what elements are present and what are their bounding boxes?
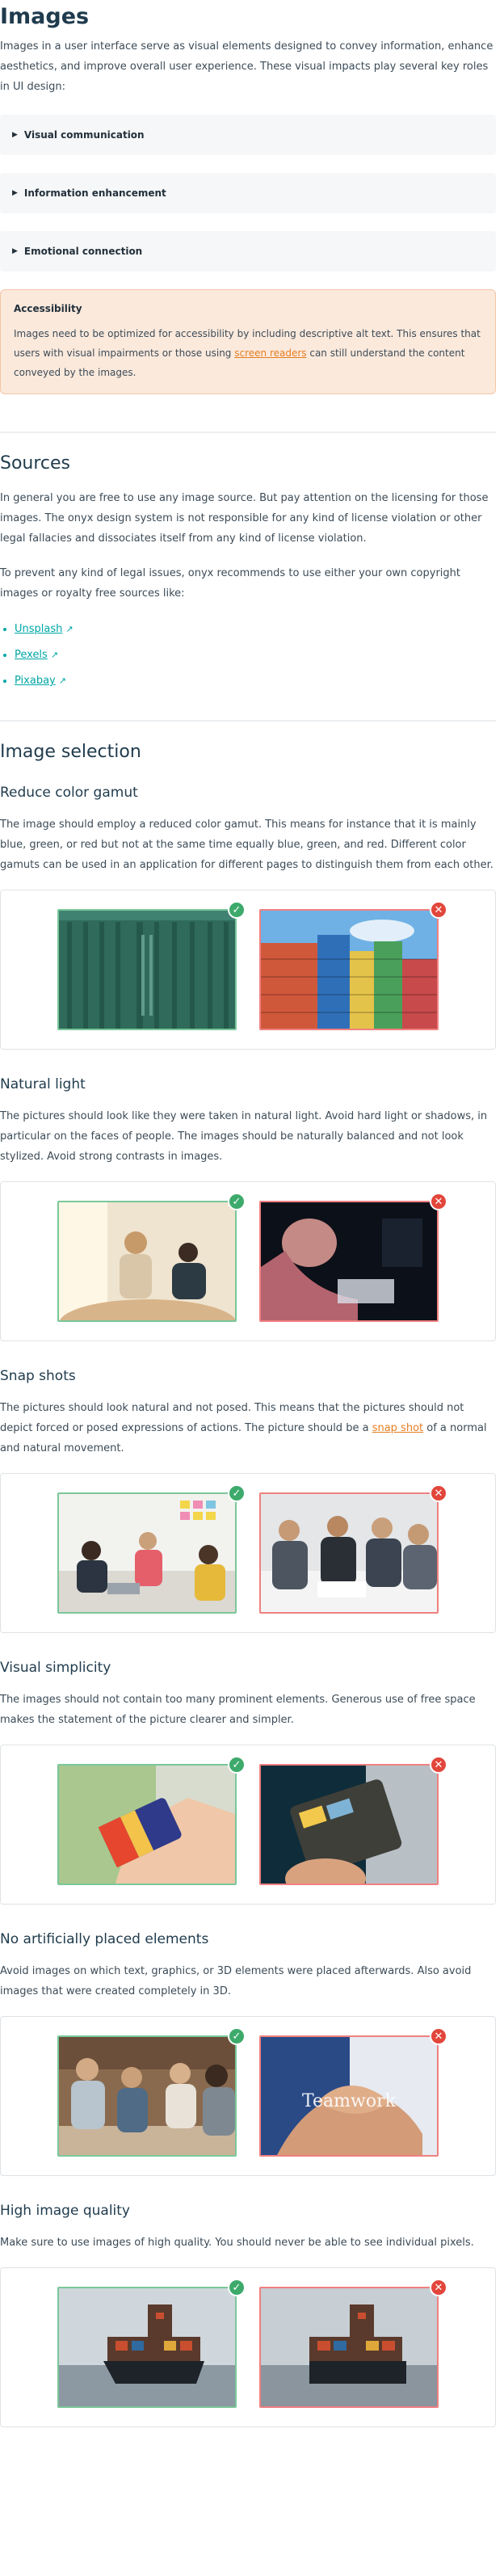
close-icon: ✕	[430, 1193, 447, 1210]
section-text: The images should not contain too many p…	[0, 1694, 476, 1726]
bad-example: ✕	[259, 1756, 447, 1885]
section-title: Reduce color gamut	[0, 785, 138, 801]
divider	[0, 720, 496, 722]
bad-example: Teamwork ✕	[259, 2027, 447, 2157]
check-icon: ✓	[228, 2279, 246, 2296]
bad-example-image	[259, 909, 439, 1030]
section-text: Make sure to use images of high quality.…	[0, 2237, 474, 2249]
bad-example-image	[259, 1492, 439, 1614]
example-box: ✓ Teamwork ✕	[0, 2016, 496, 2176]
details-label: Information enhancement	[23, 187, 166, 199]
list-item: Pixabay↗	[15, 668, 496, 694]
divider	[0, 431, 496, 433]
section-text: Avoid images on which text, graphics, or…	[0, 1965, 472, 1997]
snap-shot-link[interactable]: snap shot	[372, 1422, 423, 1434]
bad-example: ✕	[259, 1193, 447, 1322]
sources-title: Sources	[0, 453, 71, 474]
good-example: ✓	[57, 2279, 246, 2408]
good-example-image	[57, 909, 237, 1030]
caret-right-icon: ▶	[12, 131, 18, 139]
good-example-image	[57, 1201, 237, 1322]
example-box: ✓ ✕	[0, 1745, 496, 1905]
screen-readers-link[interactable]: screen readers	[234, 347, 306, 359]
good-example: ✓	[57, 1756, 246, 1885]
bad-example: ✕	[259, 1484, 447, 1614]
example-box: ✓ ✕	[0, 2267, 496, 2427]
details-emotional-connection[interactable]: ▶ Emotional connection	[0, 231, 496, 271]
close-icon: ✕	[430, 901, 447, 919]
page-title: Images	[0, 4, 90, 29]
sources-text-2: To prevent any kind of legal issues, ony…	[0, 567, 461, 600]
accessibility-callout: Accessibility Images need to be optimize…	[0, 289, 496, 394]
check-icon: ✓	[228, 1193, 246, 1210]
accessibility-text: Images need to be optimized for accessib…	[14, 324, 482, 382]
check-icon: ✓	[228, 1484, 246, 1502]
external-link-icon: ↗	[50, 650, 59, 660]
sources-list: Unsplash↗ Pexels↗ Pixabay↗	[0, 617, 496, 694]
good-example: ✓	[57, 2027, 246, 2157]
external-link-icon: ↗	[58, 676, 66, 686]
example-box: ✓ ✕	[0, 890, 496, 1050]
check-icon: ✓	[228, 2027, 246, 2045]
section-title: Natural light	[0, 1076, 86, 1092]
good-example-image	[57, 1492, 237, 1614]
close-icon: ✕	[430, 1756, 447, 1774]
check-icon: ✓	[228, 1756, 246, 1774]
details-label: Emotional connection	[23, 246, 143, 257]
teamwork-overlay-text: Teamwork	[302, 2091, 397, 2111]
page: Images Images in a user interface serve …	[0, 0, 496, 2427]
sources-text-1: In general you are free to use any image…	[0, 492, 489, 545]
details-label: Visual communication	[23, 129, 145, 141]
details-information-enhancement[interactable]: ▶ Information enhancement	[0, 173, 496, 213]
external-link-icon: ↗	[65, 624, 74, 634]
section-text: The pictures should look like they were …	[0, 1110, 488, 1163]
details-visual-communication[interactable]: ▶ Visual communication	[0, 115, 496, 155]
bad-example-image	[259, 1764, 439, 1885]
accessibility-title: Accessibility	[14, 303, 82, 314]
close-icon: ✕	[430, 2027, 447, 2045]
unsplash-link[interactable]: Unsplash	[15, 623, 62, 635]
good-example-image	[57, 2035, 237, 2157]
close-icon: ✕	[430, 2279, 447, 2296]
section-text: The image should employ a reduced color …	[0, 819, 494, 871]
check-icon: ✓	[228, 901, 246, 919]
good-example-image	[57, 1764, 237, 1885]
example-box: ✓ ✕	[0, 1181, 496, 1341]
close-icon: ✕	[430, 1484, 447, 1502]
images-intro: Images in a user interface serve as visu…	[0, 40, 494, 93]
good-example: ✓	[57, 901, 246, 1030]
image-selection-title: Image selection	[0, 742, 141, 762]
list-item: Unsplash↗	[15, 617, 496, 642]
pexels-link[interactable]: Pexels	[15, 649, 48, 661]
section-title: No artificially placed elements	[0, 1931, 209, 1947]
example-box: ✓ ✕	[0, 1473, 496, 1633]
good-example: ✓	[57, 1484, 246, 1614]
bad-example-image	[259, 1201, 439, 1322]
list-item: Pexels↗	[15, 642, 496, 668]
section-title: Visual simplicity	[0, 1660, 111, 1676]
section-title: Snap shots	[0, 1368, 76, 1384]
caret-right-icon: ▶	[12, 189, 18, 197]
caret-right-icon: ▶	[12, 247, 18, 255]
good-example-image	[57, 2287, 237, 2408]
good-example: ✓	[57, 1193, 246, 1322]
bad-example-image	[259, 2287, 439, 2408]
bad-example: ✕	[259, 901, 447, 1030]
bad-example-image: Teamwork	[259, 2035, 439, 2157]
pixabay-link[interactable]: Pixabay	[15, 675, 56, 687]
section-text: The pictures should look natural and not…	[0, 1398, 496, 1458]
section-title: High image quality	[0, 2203, 130, 2219]
bad-example: ✕	[259, 2279, 447, 2408]
